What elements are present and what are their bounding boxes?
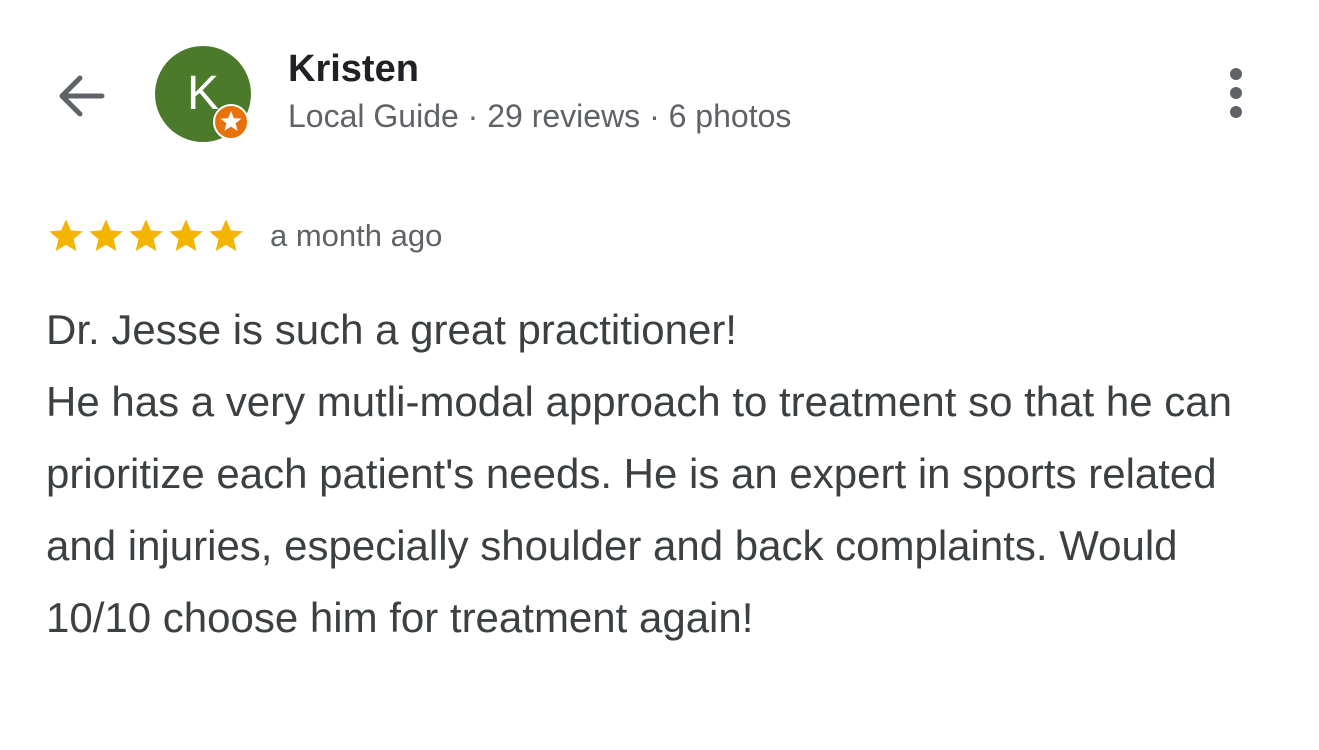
more-vert-icon (1230, 68, 1242, 118)
local-guide-badge (213, 104, 249, 140)
reviewer-meta: Local Guide · 29 reviews · 6 photos (288, 98, 792, 134)
star-rating (46, 216, 246, 256)
arrow-back-icon (59, 75, 105, 117)
more-options-button[interactable] (1216, 66, 1256, 124)
star-icon (49, 219, 83, 251)
review-text: Dr. Jesse is such a great practitioner! … (46, 306, 1232, 641)
star-icon (89, 219, 123, 251)
reviewer-name[interactable]: Kristen (288, 48, 419, 91)
rating-row: a month ago (46, 212, 442, 260)
star-icon (129, 219, 163, 251)
review-page: K Kristen Local Guide · 29 reviews · 6 p… (0, 0, 1319, 750)
star-icon (169, 219, 203, 251)
review-time: a month ago (270, 218, 443, 253)
star-icon (209, 219, 243, 251)
local-guide-star-icon (213, 104, 249, 140)
back-button[interactable] (52, 66, 112, 126)
